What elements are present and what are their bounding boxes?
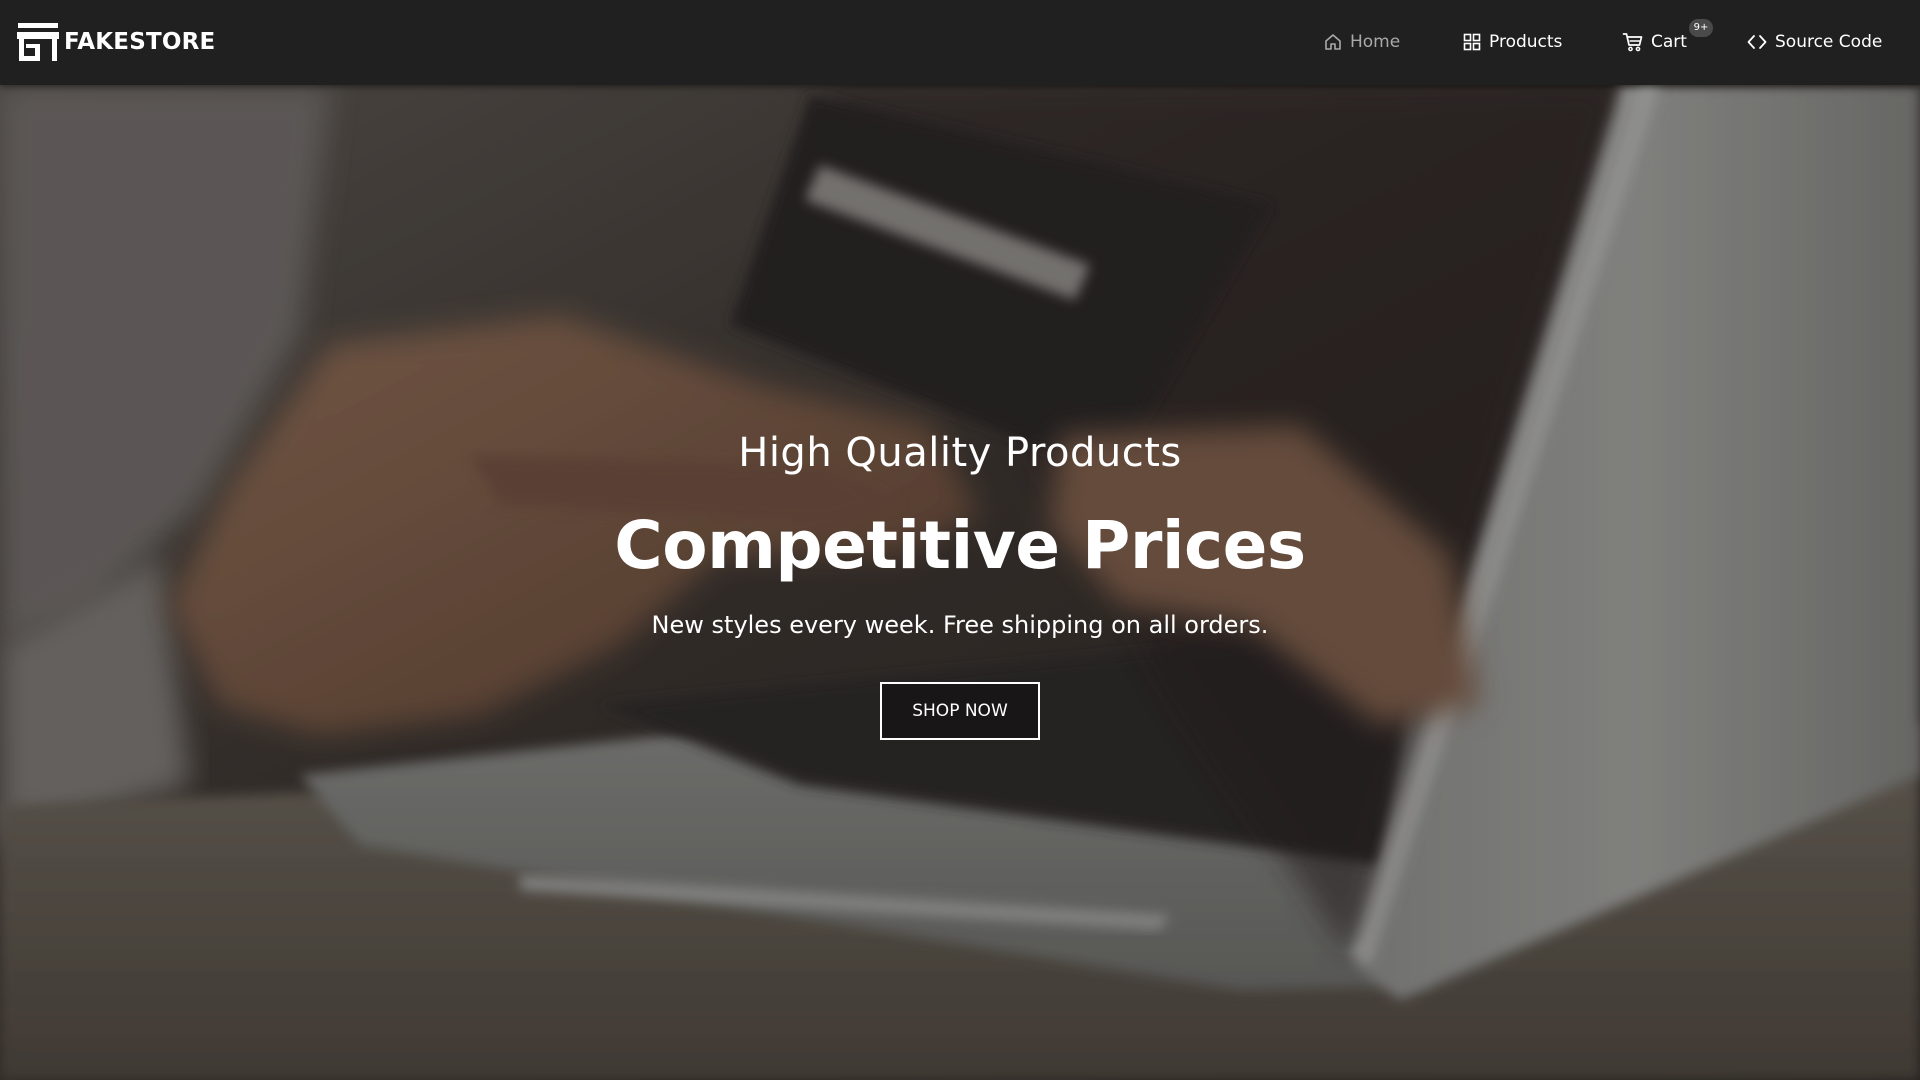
code-icon [1747,35,1767,49]
nav-cart-label: Cart [1651,32,1687,52]
shop-now-button[interactable]: SHOP NOW [880,682,1040,740]
nav-products-link[interactable]: Products [1462,28,1562,56]
nav-source-code-label: Source Code [1775,32,1883,52]
nav-home-link[interactable]: Home [1323,28,1400,56]
cart-icon [1622,33,1643,52]
hero-description: New styles every week. Free shipping on … [651,611,1269,639]
storefront-icon [17,23,59,61]
brand-logo-link[interactable]: FAKESTORE [16,22,215,62]
top-navbar: FAKESTORE Home Products Cart 9+ Source C… [0,0,1920,85]
nav-source-code-link[interactable]: Source Code [1746,28,1882,56]
home-icon [1325,34,1341,50]
grid-icon [1463,33,1481,51]
hero-banner: High Quality Products Competitive Prices… [0,85,1920,1080]
cart-count-badge: 9+ [1689,19,1713,37]
nav-cart-link[interactable]: Cart [1622,28,1687,56]
hero-title: Competitive Prices [614,507,1306,584]
nav-products-label: Products [1489,32,1563,52]
nav-home-label: Home [1350,32,1401,52]
brand-name: FAKESTORE [64,29,216,55]
hero-subtitle: High Quality Products [738,430,1182,476]
hero-content: High Quality Products Competitive Prices… [0,85,1920,1080]
